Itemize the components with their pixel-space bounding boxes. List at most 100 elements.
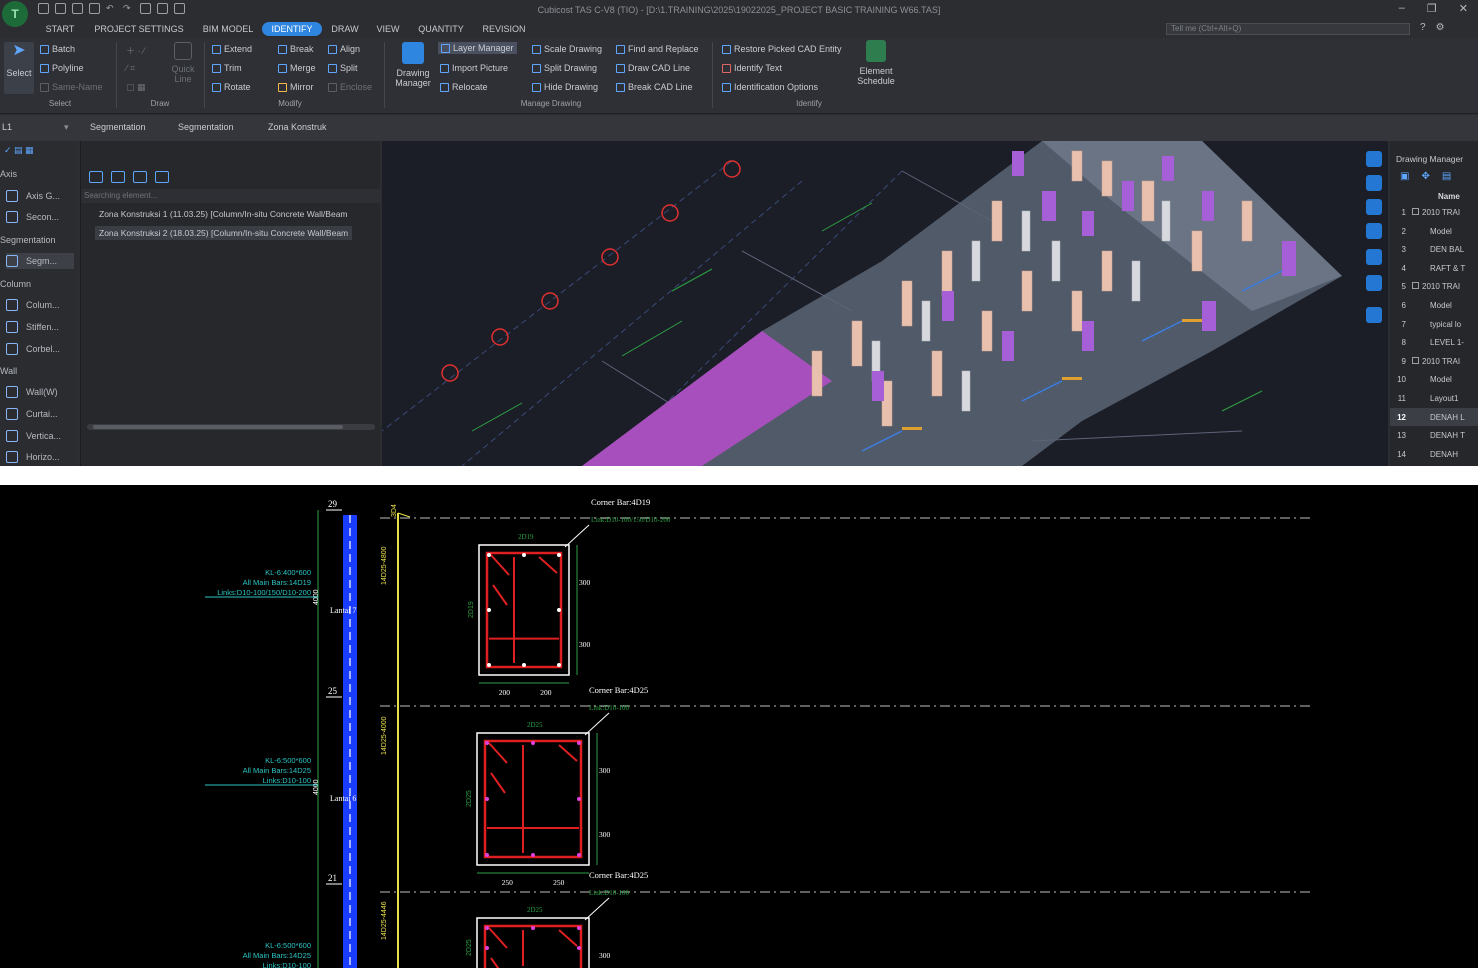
- tab-bim-model[interactable]: BIM MODEL: [198, 22, 258, 36]
- element-row[interactable]: Zona Konstruksi 1 (11.03.25) [Column/In-…: [95, 207, 352, 221]
- element-subtype-dropdown[interactable]: Segmentation: [178, 122, 234, 132]
- corbel-item[interactable]: Corbel...: [6, 341, 74, 357]
- drawing-row[interactable]: 12 DENAH L: [1390, 407, 1478, 426]
- collapse-toggle-icon[interactable]: [1412, 208, 1419, 215]
- rotate-button[interactable]: Rotate: [212, 82, 251, 92]
- quick-line-button[interactable]: Quick Line: [168, 42, 198, 84]
- drawing-manager-button[interactable]: Drawing Manager: [392, 42, 434, 88]
- layer-manager-button[interactable]: Layer Manager: [438, 42, 517, 54]
- display-icon[interactable]: [1366, 249, 1382, 265]
- mirror-button[interactable]: Mirror: [278, 82, 314, 92]
- copy-element-icon[interactable]: [133, 171, 147, 183]
- find-replace-button[interactable]: Find and Replace: [616, 44, 699, 54]
- export-icon[interactable]: ▤: [1442, 171, 1451, 182]
- tab-draw[interactable]: DRAW: [326, 22, 364, 36]
- same-name-button[interactable]: Same-Name: [40, 82, 103, 92]
- drawing-row[interactable]: 8 LEVEL 1-: [1390, 333, 1478, 351]
- polyline-button[interactable]: Polyline: [40, 63, 84, 73]
- drawing-row[interactable]: 14 DENAH: [1390, 445, 1478, 463]
- secondary-axis-item[interactable]: Secon...: [6, 209, 74, 225]
- floor-chevron-icon[interactable]: ▾: [64, 122, 69, 133]
- restore-icon[interactable]: ❐: [1427, 2, 1437, 15]
- tab-revision[interactable]: REVISION: [476, 22, 532, 36]
- view-cube-icon[interactable]: [1366, 223, 1382, 239]
- column-tag-links: Links:D10-100/150/D10-200: [217, 588, 311, 597]
- collapse-toggle-icon[interactable]: [1412, 282, 1419, 290]
- delete-element-icon[interactable]: [111, 171, 125, 183]
- drawing-row[interactable]: 1 2010 TRAI: [1390, 203, 1478, 221]
- tab-view[interactable]: VIEW: [370, 22, 406, 36]
- element-name-dropdown[interactable]: Zona Konstruk: [268, 122, 327, 132]
- element-search-input[interactable]: Searching element...: [81, 189, 381, 203]
- 3d-model-viewport[interactable]: [382, 141, 1360, 466]
- add-element-icon[interactable]: [89, 171, 103, 183]
- drawing-row[interactable]: 11 Layout1: [1390, 389, 1478, 407]
- import-picture-button[interactable]: Import Picture: [440, 63, 508, 73]
- section-bar: [487, 663, 491, 667]
- axis-grid-item[interactable]: Axis G...: [6, 188, 74, 204]
- orbit-icon[interactable]: [1366, 151, 1382, 167]
- add-drawing-icon[interactable]: ▣: [1400, 171, 1409, 182]
- locate-icon[interactable]: ✥: [1421, 171, 1429, 182]
- wall-item[interactable]: Wall(W): [6, 384, 74, 400]
- segmentation-item[interactable]: Segm...: [6, 253, 74, 269]
- element-type-dropdown[interactable]: Segmentation: [90, 122, 146, 132]
- drawing-row-number: 6: [1401, 301, 1406, 310]
- element-row[interactable]: Zona Konstruksi 2 (18.03.25) [Column/In-…: [95, 226, 353, 240]
- tell-me-search[interactable]: Tell me (Ctrl+Alt+Q): [1166, 23, 1410, 35]
- drawing-row[interactable]: 10 Model: [1390, 370, 1478, 388]
- tab-quantity[interactable]: QUANTITY: [412, 22, 470, 36]
- stiffener-item[interactable]: Stiffen...: [6, 319, 74, 335]
- select-button[interactable]: ➤ Select: [4, 42, 34, 94]
- tab-start[interactable]: START: [38, 22, 82, 36]
- section-bar: [557, 663, 561, 667]
- align-button[interactable]: Align: [328, 44, 360, 54]
- split-drawing-button[interactable]: Split Drawing: [532, 63, 597, 73]
- hide-drawing-button[interactable]: Hide Drawing: [532, 82, 598, 92]
- collapse-toggle-icon[interactable]: [1412, 356, 1419, 364]
- identify-text-button[interactable]: Identify Text: [722, 63, 782, 73]
- settings-icon[interactable]: ⚙: [1436, 22, 1445, 33]
- restore-picked-button[interactable]: Restore Picked CAD Entity: [722, 44, 842, 54]
- line-tool[interactable]: ⁄ ⌗: [126, 63, 135, 74]
- point-tool[interactable]: ＋ · ⁄: [126, 44, 145, 57]
- clip-box-icon[interactable]: [1366, 307, 1382, 323]
- drawing-row[interactable]: 4 RAFT & T: [1390, 259, 1478, 277]
- curtain-wall-item[interactable]: Curtai...: [6, 406, 74, 422]
- merge-button[interactable]: Merge: [278, 63, 316, 73]
- column-item[interactable]: Colum...: [6, 297, 74, 313]
- tab-project-settings[interactable]: PROJECT SETTINGS: [88, 22, 190, 36]
- drawing-row[interactable]: 13 DENAH T: [1390, 426, 1478, 444]
- drawing-row[interactable]: 2 Model: [1390, 222, 1478, 240]
- scale-drawing-button[interactable]: Scale Drawing: [532, 44, 602, 54]
- filter-icon[interactable]: [155, 171, 169, 183]
- drawing-row[interactable]: 9 2010 TRAI: [1390, 352, 1478, 370]
- element-schedule-button[interactable]: Element Schedule: [852, 40, 900, 86]
- pan-icon[interactable]: [1366, 199, 1382, 215]
- drawing-row[interactable]: 5 2010 TRAI: [1390, 277, 1478, 295]
- draw-cad-line-button[interactable]: Draw CAD Line: [616, 63, 690, 73]
- extend-button[interactable]: Extend: [212, 44, 252, 54]
- vertical-item[interactable]: Vertica...: [6, 428, 74, 444]
- tab-identify[interactable]: IDENTIFY: [262, 22, 322, 36]
- floor-dropdown[interactable]: L1: [2, 122, 12, 132]
- help-icon[interactable]: ?: [1420, 22, 1426, 33]
- break-cad-line-button[interactable]: Break CAD Line: [616, 82, 693, 92]
- batch-button[interactable]: Batch: [40, 44, 75, 54]
- zoom-window-icon[interactable]: [1366, 175, 1382, 191]
- drawing-row[interactable]: 6 Model: [1390, 296, 1478, 314]
- rect-tool[interactable]: ▢ ▦: [126, 82, 146, 93]
- minimize-icon[interactable]: –: [1399, 2, 1405, 15]
- trim-button[interactable]: Trim: [212, 63, 242, 73]
- close-icon[interactable]: ✕: [1459, 2, 1468, 15]
- identification-options-button[interactable]: Identification Options: [722, 82, 818, 92]
- enclose-button[interactable]: Enclose: [328, 82, 372, 92]
- drawing-row[interactable]: 7 typical lo: [1390, 315, 1478, 333]
- break-button[interactable]: Break: [278, 44, 314, 54]
- relocate-button[interactable]: Relocate: [440, 82, 488, 92]
- drawing-row[interactable]: 3 DEN BAL: [1390, 240, 1478, 258]
- horizontal-item[interactable]: Horizo...: [6, 449, 74, 465]
- split-button[interactable]: Split: [328, 63, 358, 73]
- layer-view-icon[interactable]: [1366, 275, 1382, 291]
- horizontal-scrollbar[interactable]: [87, 424, 375, 430]
